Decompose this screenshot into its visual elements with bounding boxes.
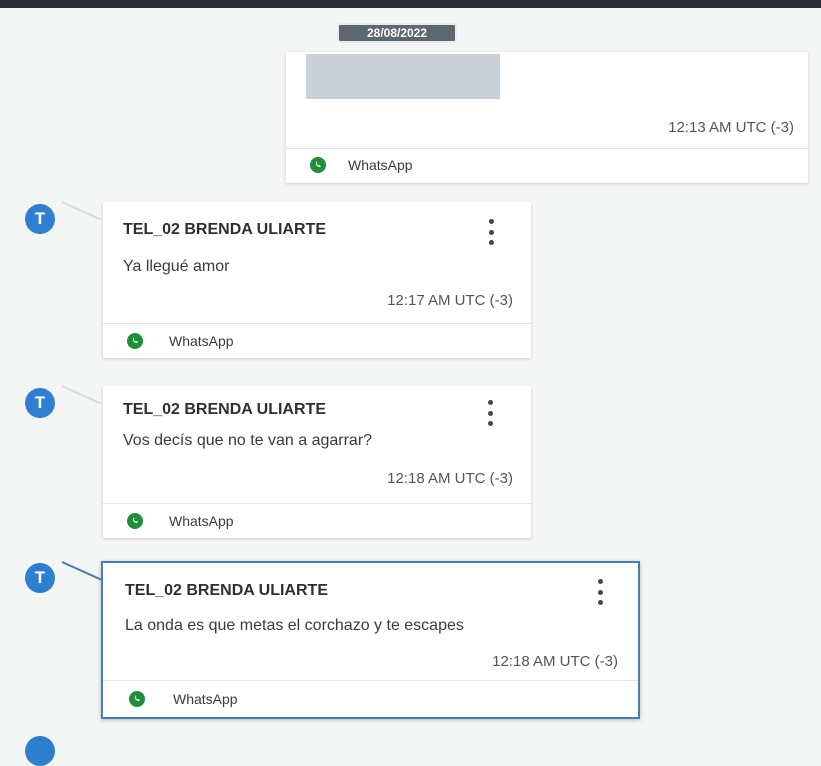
sender-name: TEL_02 BRENDA ULIARTE xyxy=(125,582,328,599)
message-card[interactable]: TEL_02 BRENDA ULIARTE Ya llegué amor 12:… xyxy=(103,202,531,358)
date-badge: 28/08/2022 xyxy=(337,23,457,43)
message-footer: WhatsApp xyxy=(103,680,638,717)
avatar: T xyxy=(25,388,55,418)
whatsapp-icon xyxy=(310,157,326,173)
more-options-icon[interactable] xyxy=(486,400,494,426)
avatar: T xyxy=(25,563,55,593)
message-footer: WhatsApp xyxy=(286,148,808,183)
redacted-content xyxy=(306,54,500,99)
message-time: 12:18 AM UTC (-3) xyxy=(492,653,618,670)
message-tail xyxy=(62,561,102,580)
message-card-outgoing[interactable]: 12:13 AM UTC (-3) WhatsApp xyxy=(286,52,808,183)
window-top-edge xyxy=(0,0,821,8)
message-tail xyxy=(62,385,102,404)
sender-name: TEL_02 BRENDA ULIARTE xyxy=(123,221,326,238)
message-time: 12:18 AM UTC (-3) xyxy=(387,470,513,487)
message-time: 12:13 AM UTC (-3) xyxy=(668,119,794,136)
message-text: La onda es que metas el corchazo y te es… xyxy=(125,617,464,634)
whatsapp-icon xyxy=(129,691,145,707)
message-text: Ya llegué amor xyxy=(123,258,230,275)
message-footer: WhatsApp xyxy=(103,503,531,538)
more-options-icon[interactable] xyxy=(596,579,604,605)
source-label: WhatsApp xyxy=(169,513,234,529)
message-footer: WhatsApp xyxy=(103,323,531,358)
sender-name: TEL_02 BRENDA ULIARTE xyxy=(123,401,326,418)
more-options-icon[interactable] xyxy=(487,219,495,245)
source-label: WhatsApp xyxy=(348,157,413,173)
message-tail xyxy=(62,201,102,220)
message-card-selected[interactable]: TEL_02 BRENDA ULIARTE La onda es que met… xyxy=(101,561,640,719)
message-time: 12:17 AM UTC (-3) xyxy=(387,292,513,309)
whatsapp-icon xyxy=(127,333,143,349)
message-card[interactable]: TEL_02 BRENDA ULIARTE Vos decís que no t… xyxy=(103,386,531,538)
whatsapp-icon xyxy=(127,513,143,529)
source-label: WhatsApp xyxy=(173,691,238,707)
message-text: Vos decís que no te van a agarrar? xyxy=(123,432,373,449)
source-label: WhatsApp xyxy=(169,333,234,349)
avatar: T xyxy=(25,204,55,234)
avatar-next xyxy=(25,736,55,766)
